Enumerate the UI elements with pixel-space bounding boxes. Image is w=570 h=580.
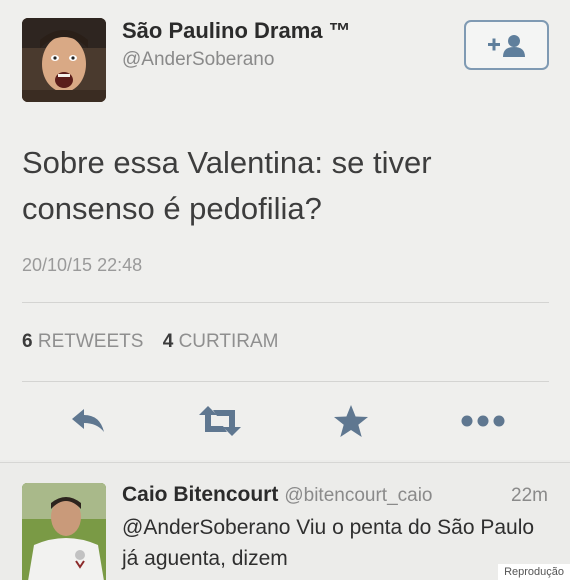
reply-button[interactable] — [63, 396, 113, 446]
tweet-actions — [0, 396, 570, 446]
avatar[interactable] — [22, 483, 106, 580]
reply-tweet[interactable]: Caio Bitencourt @bitencourt_caio 22m @And… — [0, 462, 570, 580]
favorite-button[interactable] — [326, 396, 376, 446]
more-icon — [461, 415, 505, 427]
avatar-image — [22, 18, 106, 102]
tweet-stats: 6 RETWEETS 4 CURTIRAM — [22, 331, 293, 353]
add-user-icon — [487, 35, 525, 57]
reply-author[interactable]: Caio Bitencourt @bitencourt_caio — [122, 483, 433, 507]
reply-icon — [72, 409, 104, 432]
retweet-button[interactable] — [195, 396, 245, 446]
likes-count: 4 — [162, 331, 174, 352]
retweets-stat[interactable]: 6 RETWEETS — [22, 331, 143, 352]
retweet-icon — [199, 406, 241, 436]
avatar[interactable] — [22, 18, 106, 102]
follow-button[interactable] — [464, 20, 549, 70]
avatar-image — [22, 483, 106, 580]
more-button[interactable] — [458, 396, 508, 446]
reply-text: @AnderSoberano Viu o penta do São Paulo … — [122, 516, 535, 570]
reply-handle: @bitencourt_caio — [284, 485, 433, 506]
image-credit: Reprodução — [498, 564, 570, 580]
reply-display-name: Caio Bitencourt — [122, 483, 279, 506]
divider — [22, 302, 549, 303]
star-icon — [334, 405, 368, 437]
retweets-label: RETWEETS — [37, 331, 144, 352]
user-handle[interactable]: @AnderSoberano — [122, 49, 274, 71]
likes-label: CURTIRAM — [178, 331, 279, 352]
tweet-text: Sobre essa Valentina: se tiver consenso … — [22, 145, 432, 226]
retweets-count: 6 — [22, 331, 33, 352]
likes-stat[interactable]: 4 CURTIRAM — [163, 331, 279, 352]
display-name[interactable]: São Paulino Drama ™ — [122, 18, 351, 44]
divider — [22, 381, 549, 382]
tweet-timestamp[interactable]: 20/10/15 22:48 — [22, 255, 142, 276]
main-tweet: São Paulino Drama ™ @AnderSoberano Sobre… — [0, 0, 570, 460]
reply-time: 22m — [511, 485, 548, 506]
